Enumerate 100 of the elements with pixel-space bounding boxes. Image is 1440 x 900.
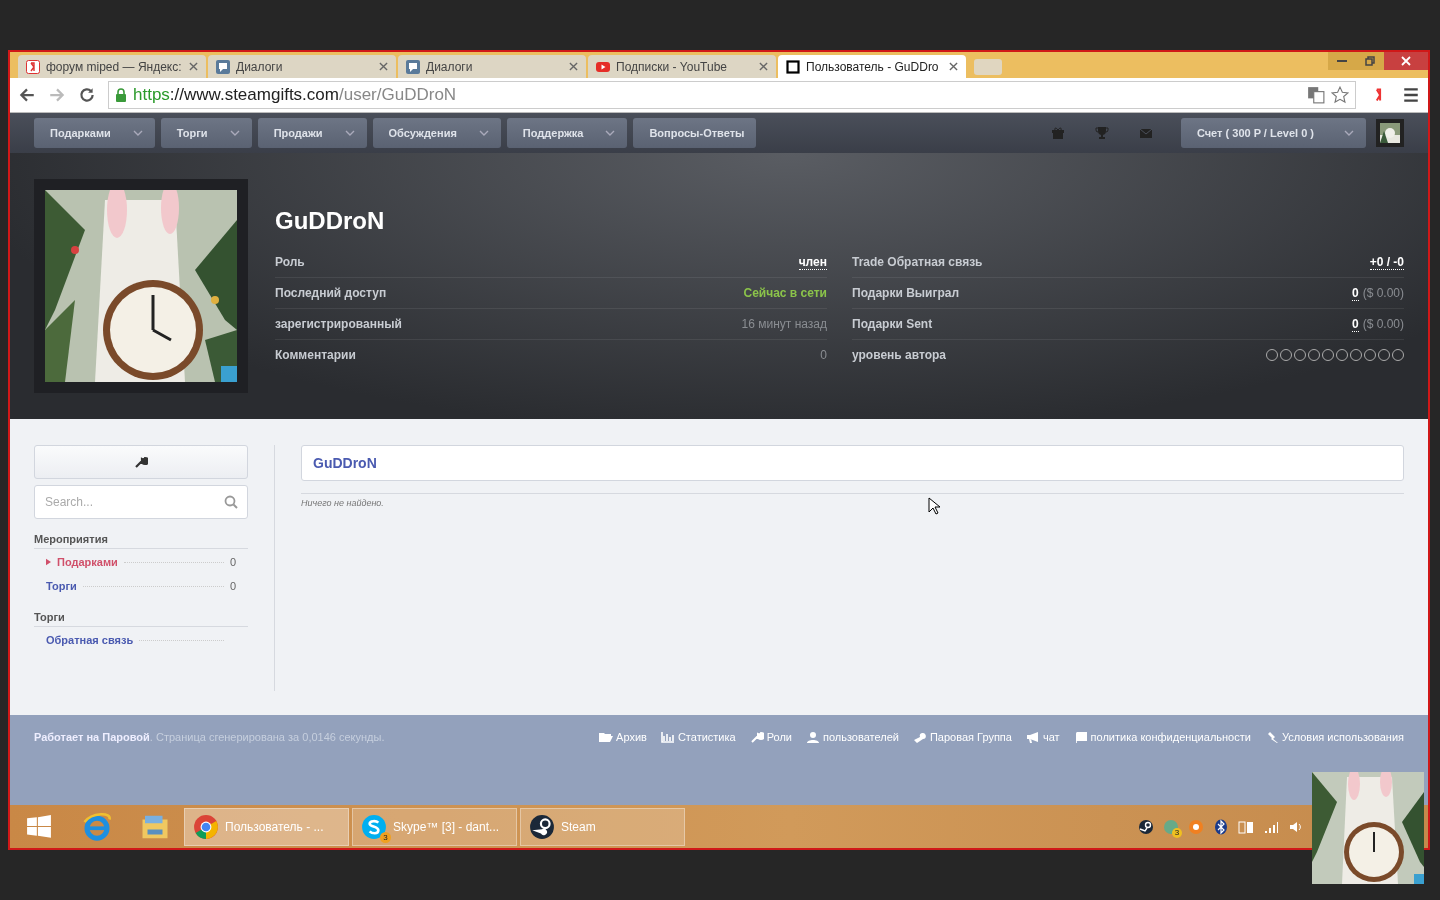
nav-menu-button[interactable]: Торги [160,118,252,148]
folder-icon [599,731,614,743]
tab-title: форум miped — Яндекс: [46,59,183,74]
close-icon [1401,56,1411,66]
close-icon[interactable] [189,62,198,71]
browser-taskbar-icon[interactable] [82,811,112,842]
youtube-icon [596,59,610,74]
yandex-icon [26,59,40,74]
chat-icon [216,59,230,74]
cursor-icon [928,497,940,515]
close-icon[interactable] [569,62,578,71]
browser-tab[interactable]: Пользователь - GuDDro [778,55,966,78]
close-icon[interactable] [759,62,768,71]
tab-title: Подписки - YouTube [616,59,728,74]
arrow-icon [46,558,51,566]
caret-icon [1344,130,1354,136]
stat-label: Подарки Sent [852,317,933,331]
stat-label: зарегистрированный [275,317,402,331]
stat-label: Подарки Выиграл [852,286,960,300]
megaphone-icon [1025,731,1040,743]
restore-button[interactable] [1356,52,1384,70]
close-button[interactable] [1384,52,1428,70]
taskbar-app-button[interactable]: 3 Skype™ [3] - dant... [352,807,517,846]
nav-menu-button[interactable]: Продажи [257,118,367,148]
stat-value: Сейчас в сети [743,286,827,300]
stat-link[interactable]: 0 [1351,285,1359,301]
caret-icon [132,130,143,136]
footer-link[interactable]: чат [1025,731,1060,743]
stat-link[interactable]: член [798,254,827,270]
browser-tab[interactable]: Диалоги [398,55,586,78]
restore-icon [1365,56,1375,66]
back-icon[interactable] [18,86,36,104]
footer-link[interactable]: Условия использования [1264,731,1404,743]
browser-tab[interactable]: форум miped — Яндекс: [18,55,206,78]
tab-title: Диалоги [236,59,284,74]
browser-tab[interactable]: Диалоги [208,55,396,78]
stat-label: уровень автора [852,348,946,362]
stat-value: 16 минут назад [741,317,827,331]
footer-link[interactable]: пользователей [805,731,899,743]
item-count: 0 [229,556,236,568]
wrench-icon [749,731,764,743]
notification-badge: 3 [1172,827,1182,838]
stat-label: Роль [275,255,305,269]
stat-link[interactable]: 0 [1351,316,1359,332]
stat-note: ($ 0.00) [1362,286,1404,300]
stat-note: ($ 0.00) [1362,317,1404,331]
chrome-icon [193,813,219,840]
sidebar-link[interactable]: Торги [46,580,77,592]
minimize-icon [1337,60,1347,62]
account-menu-button[interactable]: Счет ( 300 P / Level 0 ) [1180,118,1366,148]
minimize-button[interactable] [1328,52,1356,70]
footer-link[interactable]: Роли [749,731,792,743]
section-heading: Мероприятия [34,533,248,549]
lock-icon [115,88,127,102]
footer-link[interactable]: Статистика [660,731,736,743]
start-button[interactable] [26,813,52,840]
sidebar-link[interactable]: Обратная связь [46,634,134,646]
nav-menu-button[interactable]: Вопросы-Ответы [633,118,757,148]
taskbar-app-button[interactable]: Steam [520,807,685,846]
close-icon[interactable] [949,62,958,71]
search-icon[interactable] [224,495,238,509]
username: GuDDroN [275,207,386,235]
nav-menu-button[interactable]: Подарками [34,118,155,148]
wrench-icon [134,455,148,469]
star-icon[interactable] [1331,86,1349,104]
caret-icon [344,130,355,136]
chat-icon [406,59,420,74]
chat-tray-icon[interactable] [1163,818,1179,835]
menu-icon[interactable] [1402,86,1420,104]
steam-tray-icon[interactable] [1138,818,1154,835]
search-field[interactable]: Search... [34,485,248,519]
url-text: https://www.steamgifts.com/user/GuDDroN [133,85,457,105]
stat-label: Trade Обратная связь [852,255,983,269]
stat-label: Комментарии [275,348,356,362]
footer-link[interactable]: Паровая Группа [912,731,1012,743]
caret-icon [478,130,489,136]
chart-icon [660,731,675,743]
stat-value: 0 [820,348,827,362]
tray-app-icon[interactable] [1188,818,1204,835]
page-icon [786,59,800,74]
nav-menu-button[interactable]: Поддержка [506,118,628,148]
browser-tab[interactable]: Подписки - YouTube [588,55,776,78]
user-icon [805,731,820,743]
tab-title: Пользователь - GuDDro [806,59,940,74]
sidebar-link[interactable]: Подарками [46,556,118,568]
notification-badge: 3 [380,831,391,843]
stat-link[interactable]: +0 / -0 [1369,254,1404,270]
bluetooth-icon[interactable] [1213,818,1229,835]
translate-icon[interactable] [1307,86,1325,104]
footer-link[interactable]: Архив [599,731,647,743]
reload-icon[interactable] [78,86,96,104]
content-title: GuDDroN [301,445,1404,481]
footer-link[interactable]: политика конфиденциальности [1073,731,1251,743]
user-avatar[interactable] [1376,119,1404,147]
item-count: 0 [229,580,236,592]
empty-message: Ничего не найдено. [301,493,1404,508]
address-field[interactable]: https://www.steamgifts.com/user/GuDDroN [108,81,1356,109]
section-heading: Торги [34,611,248,627]
nav-menu-button[interactable]: Обсуждения [372,118,501,148]
close-icon[interactable] [379,62,388,71]
